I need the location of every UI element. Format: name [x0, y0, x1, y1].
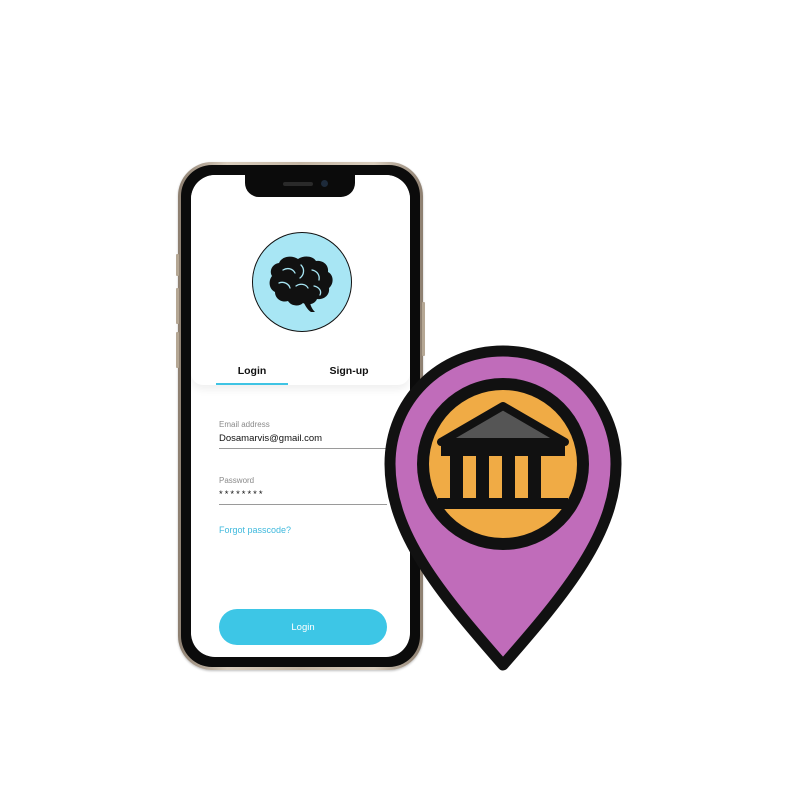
brain-icon [269, 256, 333, 312]
password-label: Password [219, 476, 255, 485]
login-button[interactable]: Login [219, 609, 387, 645]
phone-screen: Login Sign-up Email address Password For… [191, 175, 410, 657]
phone-notch [245, 175, 355, 197]
email-label: Email address [219, 420, 270, 429]
active-tab-indicator [216, 383, 288, 385]
phone-speaker [283, 182, 313, 186]
phone-mute-switch [176, 254, 179, 276]
phone-volume-down-button [176, 332, 179, 368]
forgot-passcode-link[interactable]: Forgot passcode? [219, 525, 291, 535]
app-logo [252, 232, 352, 332]
tab-signup[interactable]: Sign-up [313, 365, 385, 377]
header-card: Login Sign-up [191, 175, 410, 385]
password-field[interactable] [219, 489, 387, 505]
tab-login[interactable]: Login [216, 365, 288, 377]
illustration-canvas: Login Sign-up Email address Password For… [0, 0, 800, 800]
map-pin-icon [384, 345, 622, 671]
phone-volume-up-button [176, 288, 179, 324]
email-field[interactable] [219, 433, 387, 449]
front-camera-icon [321, 180, 328, 187]
